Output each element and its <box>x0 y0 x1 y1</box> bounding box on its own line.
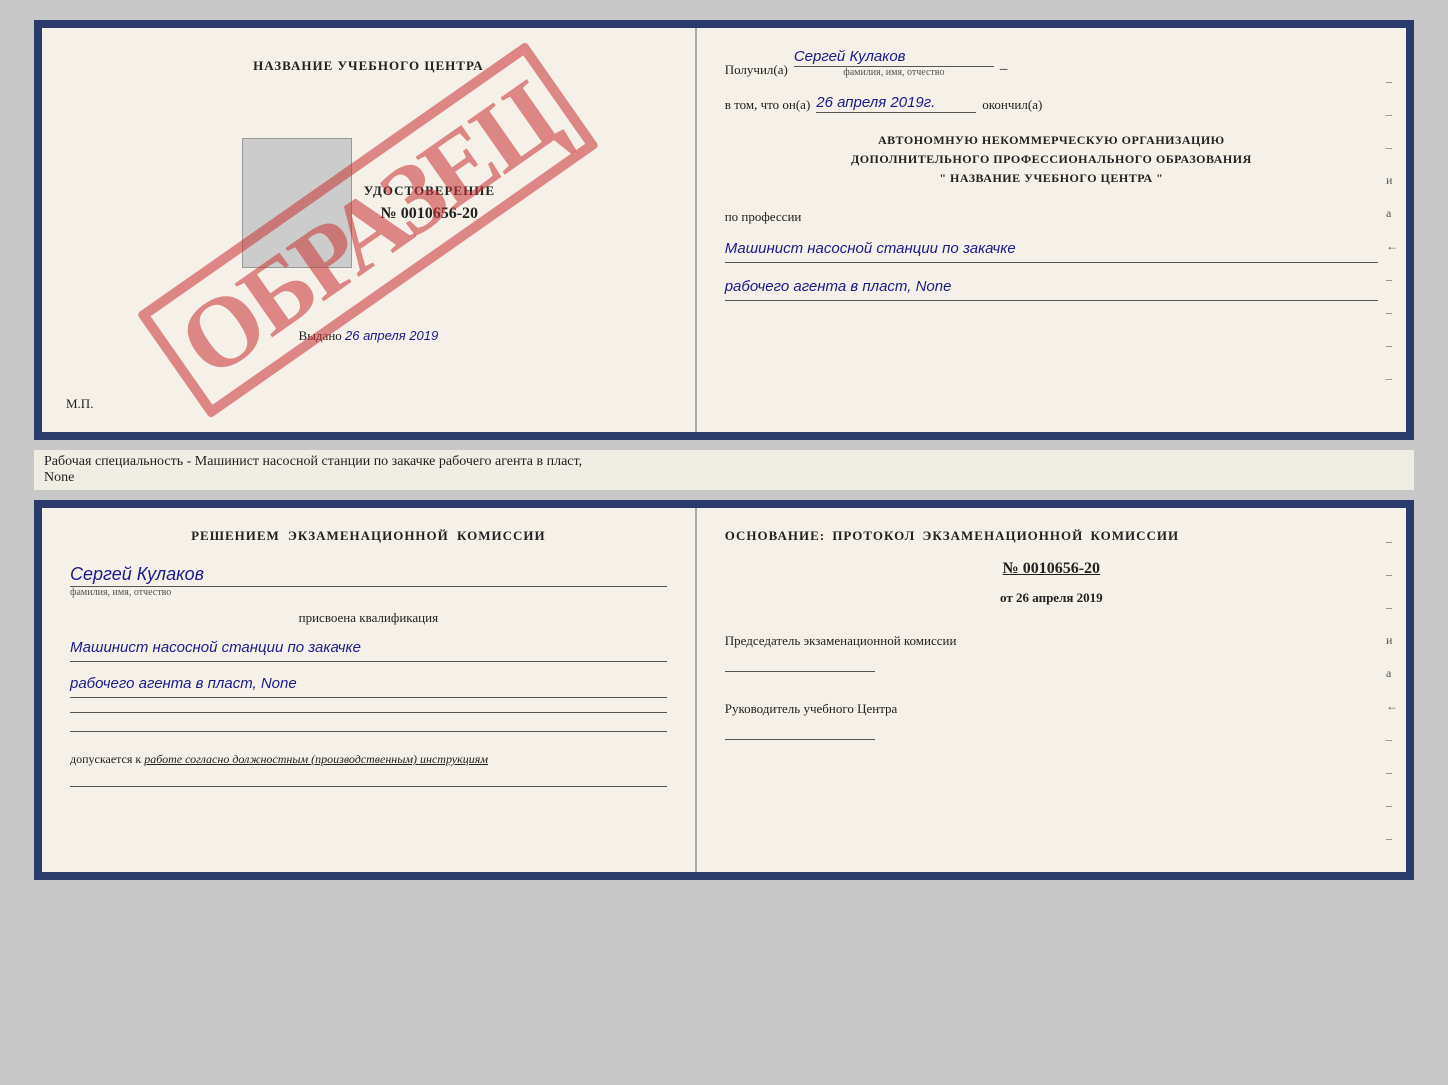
rukovoditel-sig-line <box>725 724 1378 740</box>
predsedatel-block: Председатель экзаменационной комиссии <box>725 630 1378 672</box>
rukovoditel-signature <box>725 724 875 740</box>
profession-line2: рабочего агента в пласт, None <box>725 273 1378 301</box>
top-right-panel: Получил(а) Сергей Кулаков фамилия, имя, … <box>697 28 1406 432</box>
org-block: АВТОНОМНУЮ НЕКОММЕРЧЕСКУЮ ОРГАНИЗАЦИЮ ДО… <box>725 131 1378 189</box>
rukovoditel-block: Руководитель учебного Центра <box>725 698 1378 740</box>
caption-text: Рабочая специальность - Машинист насосно… <box>44 454 582 469</box>
poluchil-label: Получил(а) <box>725 62 788 78</box>
dopuskaetsya-label: допускается к <box>70 752 141 766</box>
qual-line2: рабочего агента в пласт, None <box>70 670 667 698</box>
top-document: НАЗВАНИЕ УЧЕБНОГО ЦЕНТРА УДОСТОВЕРЕНИЕ №… <box>34 20 1414 440</box>
vtomchto-row: в том, что он(а) 26 апреля 2019г. окончи… <box>725 94 1378 113</box>
dopuskaetsya-block: допускается к работе согласно должностны… <box>70 750 667 768</box>
ot-label: от <box>1000 590 1013 605</box>
predsedatel-signature <box>725 656 875 672</box>
rukovoditel-label: Руководитель учебного Центра <box>725 698 1378 720</box>
org-line3: " НАЗВАНИЕ УЧЕБНОГО ЦЕНТРА " <box>725 169 1378 188</box>
person-name: Сергей Кулаков <box>70 564 667 587</box>
familia-hint: фамилия, имя, отчество <box>794 67 994 78</box>
predsedatel-label: Председатель экзаменационной комиссии <box>725 630 1378 652</box>
bottom-left-panel: Решением экзаменационной комиссии Сергей… <box>42 508 697 872</box>
profession-line1: Машинист насосной станции по закачке <box>725 235 1378 263</box>
org-line1: АВТОНОМНУЮ НЕКОММЕРЧЕСКУЮ ОРГАНИЗАЦИЮ <box>725 131 1378 150</box>
prisvoena-label: присвоена квалификация <box>70 610 667 626</box>
poluchil-row: Получил(а) Сергей Кулаков фамилия, имя, … <box>725 48 1378 78</box>
caption-block: Рабочая специальность - Машинист насосно… <box>34 450 1414 490</box>
org-line2: ДОПОЛНИТЕЛЬНОГО ПРОФЕССИОНАЛЬНОГО ОБРАЗО… <box>725 150 1378 169</box>
predsedatel-sig-line <box>725 656 1378 672</box>
okonchil-label: окончил(а) <box>982 97 1042 113</box>
poluchil-value: Сергей Кулаков <box>794 48 994 67</box>
top-left-title: НАЗВАНИЕ УЧЕБНОГО ЦЕНТРА <box>253 58 484 74</box>
osnov-title: Основание: протокол экзаменационной коми… <box>725 528 1378 544</box>
dash1: – <box>1000 61 1008 78</box>
top-left-panel: НАЗВАНИЕ УЧЕБНОГО ЦЕНТРА УДОСТОВЕРЕНИЕ №… <box>42 28 697 432</box>
bottom-document: Решением экзаменационной комиссии Сергей… <box>34 500 1414 880</box>
komissia-title: Решением экзаменационной комиссии <box>70 528 667 544</box>
photo-placeholder <box>242 138 352 268</box>
side-marks-top: – – – и а ← – – – – <box>1386 74 1398 386</box>
bottom-right-panel: Основание: протокол экзаменационной коми… <box>697 508 1406 872</box>
vydano-line: Выдано 26 апреля 2019 <box>299 328 439 344</box>
person-name-hint: фамилия, имя, отчество <box>70 587 667 598</box>
dopuskaetsya-value: работе согласно должностным (производств… <box>144 752 488 766</box>
protocol-number: № 0010656-20 <box>725 560 1378 578</box>
udostoverenie-number: № 0010656-20 <box>381 205 478 223</box>
vtomchto-value: 26 апреля 2019г. <box>816 94 976 113</box>
ot-date: 26 апреля 2019 <box>1016 590 1103 605</box>
profession-label: по профессии <box>725 209 1378 225</box>
qual-line1: Машинист насосной станции по закачке <box>70 634 667 662</box>
vtomchto-label: в том, что он(а) <box>725 97 811 113</box>
side-marks-bottom: – – – и а ← – – – – <box>1386 534 1398 846</box>
vydano-label: Выдано <box>299 328 342 343</box>
protocol-date: от 26 апреля 2019 <box>725 590 1378 606</box>
vydano-date: 26 апреля 2019 <box>345 328 438 343</box>
caption-line2: None <box>44 470 74 485</box>
udostoverenie-label: УДОСТОВЕРЕНИЕ <box>364 183 495 199</box>
mp-label: М.П. <box>66 396 93 412</box>
